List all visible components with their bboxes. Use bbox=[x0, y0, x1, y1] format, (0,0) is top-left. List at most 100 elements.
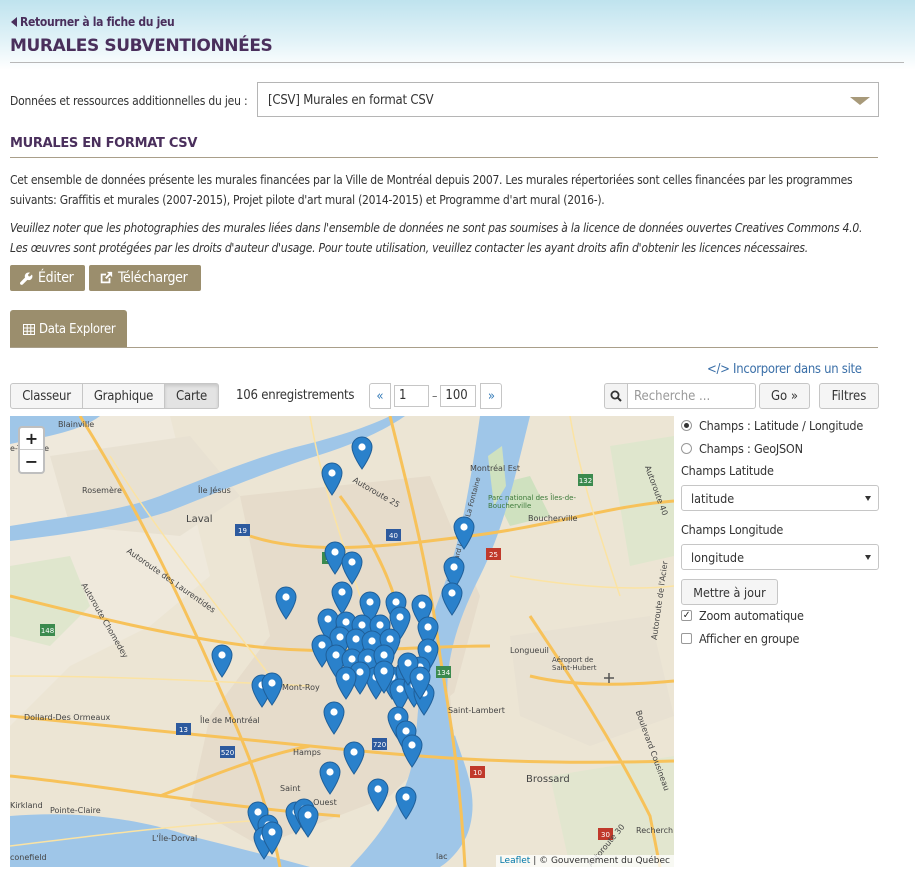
map-label: Saint bbox=[280, 784, 301, 793]
map-label: Rosemère bbox=[82, 486, 122, 495]
table-icon bbox=[23, 323, 35, 335]
map-label: Île de Montréal bbox=[200, 716, 260, 725]
wrench-icon bbox=[20, 272, 33, 285]
download-button-label: Télécharger bbox=[118, 270, 188, 286]
mural-marker[interactable] bbox=[409, 666, 431, 700]
mural-marker[interactable] bbox=[373, 660, 395, 694]
mural-marker[interactable] bbox=[261, 821, 283, 855]
shield-132: 132 bbox=[579, 477, 592, 485]
mural-marker[interactable] bbox=[321, 462, 343, 496]
header-band bbox=[0, 0, 915, 70]
mural-marker[interactable] bbox=[401, 734, 423, 768]
mural-marker[interactable] bbox=[319, 761, 341, 795]
pager: « 1 – 100 » bbox=[369, 383, 503, 409]
pager-next-button[interactable]: » bbox=[480, 383, 503, 409]
lat-field-select[interactable]: latitude bbox=[681, 485, 879, 511]
view-graph-button[interactable]: Graphique bbox=[82, 383, 165, 409]
map-label: Parc national des Îles-de-Boucherville bbox=[488, 494, 576, 510]
view-grid-button[interactable]: Classeur bbox=[10, 383, 83, 409]
view-switcher: Classeur Graphique Carte bbox=[10, 383, 219, 409]
mural-marker[interactable] bbox=[211, 644, 233, 678]
mural-marker[interactable] bbox=[351, 436, 373, 470]
group-checkbox[interactable]: Afficher en groupe bbox=[681, 631, 799, 646]
shield-25: 25 bbox=[489, 551, 498, 559]
section-title: MURALES EN FORMAT CSV bbox=[10, 136, 198, 151]
resources-select[interactable]: [CSV] Murales en format CSV bbox=[257, 82, 879, 117]
go-button[interactable]: Go » bbox=[759, 383, 810, 409]
pager-prev-button[interactable]: « bbox=[369, 383, 391, 409]
lon-field-select[interactable]: longitude bbox=[681, 544, 879, 570]
map-label: Brossard bbox=[526, 774, 570, 785]
page-title: MURALES SUBVENTIONNÉES bbox=[10, 36, 273, 56]
map-attribution: Leaflet | © Gouvernement du Québec bbox=[495, 855, 674, 867]
checkbox-empty[interactable] bbox=[681, 633, 692, 644]
mural-marker[interactable] bbox=[367, 778, 389, 812]
edit-button[interactable]: Éditer bbox=[10, 265, 85, 291]
map-label: Longueuil bbox=[510, 646, 549, 655]
map-label: Montréal Est bbox=[470, 464, 521, 473]
check-icon[interactable]: ✓ bbox=[681, 610, 692, 621]
back-link[interactable]: Retourner à la fiche du jeu bbox=[11, 15, 175, 29]
radio-geojson[interactable]: Champs : GeoJSON bbox=[681, 441, 803, 456]
zoom-auto-label: Zoom automatique bbox=[699, 608, 804, 623]
map-label: Laval bbox=[186, 514, 213, 525]
mural-marker[interactable] bbox=[275, 586, 297, 620]
zoom-auto-checkbox[interactable]: ✓ Zoom automatique bbox=[681, 608, 804, 623]
update-button[interactable]: Mettre à jour bbox=[681, 579, 778, 605]
embed-link[interactable]: </> Incorporer dans un site bbox=[707, 362, 862, 377]
radio-geojson-label: Champs : GeoJSON bbox=[699, 441, 803, 456]
zoom-out-button[interactable]: − bbox=[20, 450, 43, 472]
attribution-text: | © Gouvernement du Québec bbox=[533, 856, 670, 866]
shield-19: 19 bbox=[238, 527, 247, 535]
mural-marker[interactable] bbox=[261, 672, 283, 706]
map[interactable]: 132 19 15 40 25 148 134 13 520 720 10 30… bbox=[10, 416, 674, 867]
shield-148: 148 bbox=[41, 627, 54, 635]
mural-marker[interactable] bbox=[395, 786, 417, 820]
license-note: Veuillez noter que les photographies des… bbox=[10, 221, 863, 255]
chevron-left-icon bbox=[11, 17, 17, 27]
pager-dash: – bbox=[432, 389, 438, 403]
resources-label: Données et ressources additionnelles du … bbox=[10, 94, 248, 108]
leaflet-link[interactable]: Leaflet bbox=[500, 856, 531, 866]
pager-to-input[interactable]: 100 bbox=[440, 385, 477, 407]
map-label: Île Jésus bbox=[198, 486, 231, 495]
radio-geojson-control[interactable] bbox=[681, 443, 692, 454]
mural-marker[interactable] bbox=[441, 582, 463, 616]
map-label: Aéroport de Saint-Hubert bbox=[552, 656, 597, 672]
map-label: Mont-Roy bbox=[282, 683, 320, 692]
map-label: lac bbox=[436, 852, 448, 861]
lon-field-label: Champs Longitude bbox=[681, 522, 784, 537]
search-group bbox=[604, 383, 756, 409]
record-count: 106 enregistrements bbox=[236, 388, 355, 403]
radio-latlon[interactable]: Champs : Latitude / Longitude bbox=[681, 418, 863, 433]
caret-down-icon bbox=[865, 496, 871, 501]
mural-marker[interactable] bbox=[323, 701, 345, 735]
section-divider bbox=[10, 157, 878, 158]
view-map-button[interactable]: Carte bbox=[164, 383, 219, 409]
mural-marker[interactable] bbox=[453, 516, 475, 550]
pager-from-input[interactable]: 1 bbox=[394, 385, 429, 407]
mural-marker[interactable] bbox=[297, 804, 319, 838]
resources-select-value: [CSV] Murales en format CSV bbox=[268, 93, 434, 108]
map-label: L'Île-Dorval bbox=[152, 834, 198, 843]
mural-marker[interactable] bbox=[343, 741, 365, 775]
map-label: Saint-Lambert bbox=[448, 706, 505, 715]
mural-marker[interactable] bbox=[341, 551, 363, 585]
map-label: Boucherville bbox=[528, 514, 578, 523]
shield-13: 13 bbox=[179, 726, 188, 734]
tab-data-explorer[interactable]: Data Explorer bbox=[10, 310, 127, 348]
zoom-in-button[interactable]: + bbox=[20, 428, 43, 450]
back-link-label: Retourner à la fiche du jeu bbox=[20, 15, 175, 29]
group-label: Afficher en groupe bbox=[699, 631, 800, 646]
tab-divider bbox=[10, 347, 878, 348]
radio-latlon-control[interactable] bbox=[681, 420, 692, 431]
map-label: Pointe-Claire bbox=[50, 806, 101, 815]
download-button[interactable]: Télécharger bbox=[89, 265, 201, 291]
mural-marker[interactable] bbox=[335, 666, 357, 700]
tab-data-explorer-label: Data Explorer bbox=[39, 321, 116, 337]
chevron-down-icon bbox=[850, 97, 870, 105]
lat-field-label: Champs Latitude bbox=[681, 463, 774, 478]
filters-button[interactable]: Filtres bbox=[819, 383, 879, 409]
search-input[interactable] bbox=[628, 383, 756, 409]
external-link-icon bbox=[100, 271, 113, 284]
